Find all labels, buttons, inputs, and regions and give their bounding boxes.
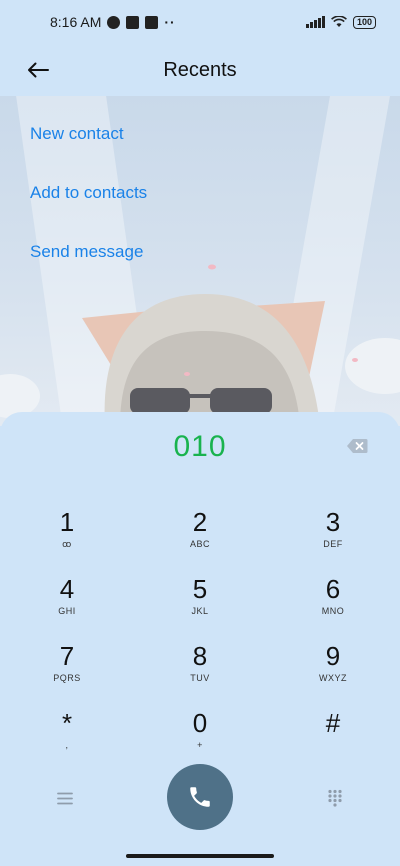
new-contact-link[interactable]: New contact [30,124,124,144]
key-letters: MNO [321,606,345,616]
app-notification-icon [107,15,121,29]
key-6[interactable]: 6 MNO [288,574,378,628]
key-letters: DEF [323,539,343,549]
key-digit: 3 [325,507,341,537]
key-letters: TUV [190,673,210,683]
dialpad-icon [328,789,342,807]
status-right: 100 [305,15,376,29]
key-digit: 6 [325,574,341,604]
key-star[interactable]: * , [22,708,112,762]
key-0[interactable]: 0 + [155,708,245,762]
status-bar: 8:16 AM ·· 100 [0,0,400,44]
back-button[interactable] [22,54,54,86]
key-digit: 0 [192,708,208,738]
wifi-icon [331,16,347,27]
menu-icon [57,792,73,804]
key-2[interactable]: 2 ABC [155,507,245,561]
dialpad-toggle-button[interactable] [320,784,350,812]
app-header: Recents [0,44,400,96]
call-button[interactable] [167,764,233,830]
key-letters: , [65,740,69,750]
key-digit: 2 [192,507,208,537]
key-digit: * [61,708,73,738]
key-letters: PQRS [53,673,81,683]
dialed-number: 010 [173,430,227,463]
key-3[interactable]: 3 DEF [288,507,378,561]
add-to-contacts-link[interactable]: Add to contacts [30,183,147,203]
app-notification-icon [126,15,140,29]
signal-icon [305,16,325,28]
key-letters: GHI [58,606,76,616]
battery-icon: 100 [352,15,376,29]
key-digit: 5 [192,574,208,604]
key-letters: WXYZ [319,673,347,683]
key-4[interactable]: 4 GHI [22,574,112,628]
key-1[interactable]: 1 ꝏ [22,507,112,561]
status-left: 8:16 AM ·· [50,14,176,30]
upload-notification-icon [145,15,159,29]
key-letters: ABC [189,539,210,549]
backspace-button[interactable] [346,438,368,454]
voicemail-icon: ꝏ [62,539,72,549]
arrow-left-icon [28,62,49,78]
key-7[interactable]: 7 PQRS [22,641,112,695]
key-digit: # [325,708,341,738]
key-8[interactable]: 8 TUV [155,641,245,695]
key-digit: 1 [59,507,75,537]
phone-icon [190,787,210,807]
key-digit: 9 [325,641,341,671]
page-title: Recents [163,58,237,81]
send-message-link[interactable]: Send message [30,242,143,262]
menu-button[interactable] [50,786,80,810]
key-letters: + [197,740,203,750]
key-hash[interactable]: # [288,708,378,762]
key-letters: JKL [191,606,209,616]
status-time: 8:16 AM [50,14,102,30]
more-notifications-icon: ·· [164,14,176,30]
key-digit: 7 [59,641,75,671]
key-9[interactable]: 9 WXYZ [288,641,378,695]
dialpad-panel: 010 1 ꝏ 2 ABC 3 DEF 4 GHI 5 JKL 6 MNO 7 … [0,412,400,866]
key-digit: 4 [59,574,75,604]
backspace-icon [347,439,368,453]
key-digit: 8 [192,641,208,671]
key-5[interactable]: 5 JKL [155,574,245,628]
home-indicator[interactable] [126,854,274,858]
